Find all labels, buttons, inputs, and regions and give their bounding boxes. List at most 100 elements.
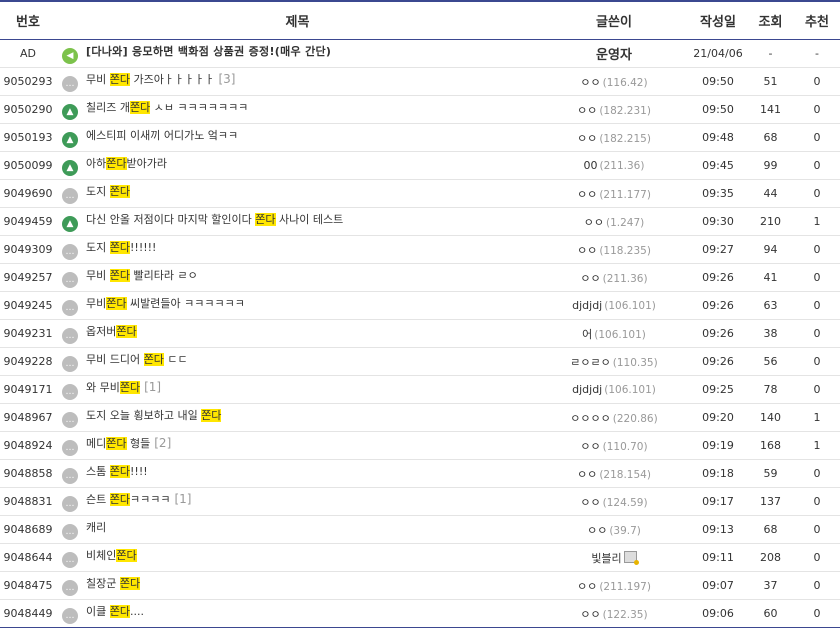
post-writer[interactable]: djdjdj (106.101) xyxy=(539,291,689,320)
writer-name[interactable]: ㅇㅇ xyxy=(580,496,600,509)
post-writer[interactable]: djdjdj (106.101) xyxy=(539,375,689,404)
post-title[interactable]: 도지 쫀다 xyxy=(86,185,130,198)
post-title-cell[interactable]: … 무비 드디어 쫀다 ㄷㄷ xyxy=(56,347,539,376)
post-title-cell[interactable]: … 도지 오늘 횡보하고 내일 쫀다 xyxy=(56,403,539,432)
comment-count[interactable]: [2] xyxy=(154,436,171,450)
post-title[interactable]: 스톰 쫀다!!!! xyxy=(86,465,148,478)
post-writer[interactable]: ㅇㅇ (211.36) xyxy=(539,263,689,292)
post-title-cell[interactable]: ▲ 칠리즈 개쫀다 ㅅㅂ ㅋㅋㅋㅋㅋㅋㅋ xyxy=(56,95,539,124)
table-row[interactable]: 9048449… 이클 쫀다.... ㅇㅇ (122.35) 09:06 60 0 xyxy=(0,599,840,628)
post-title[interactable]: 와 무비쫀다 xyxy=(86,381,141,394)
table-row[interactable]: 9049257… 무비 쫀다 빨리타라 ㄹㅇ ㅇㅇ (211.36) 09:26 41 0 xyxy=(0,263,840,292)
post-title[interactable]: 칠장군 쫀다 xyxy=(86,577,141,590)
post-title[interactable]: 도지 오늘 횡보하고 내일 쫀다 xyxy=(86,409,222,422)
writer-name[interactable]: ㅇㅇ xyxy=(580,608,600,621)
table-row[interactable]: 9050293… 무비 쫀다 가즈아ㅏㅏㅏㅏㅏ [3] ㅇㅇ (116.42) 09:50… xyxy=(0,67,840,96)
post-title[interactable]: 다신 안올 저점이다 마지막 할인이다 쫀다 사나이 테스트 xyxy=(86,213,343,226)
post-writer[interactable]: ㄹㅇㄹㅇ (110.35) xyxy=(539,347,689,376)
writer-name[interactable]: 00 xyxy=(584,159,598,172)
writer-name[interactable]: ㅇㅇ xyxy=(577,104,597,117)
ad-title-cell[interactable]: ◀ [다나와] 응모하면 백화점 상품권 증정!(매우 간단) xyxy=(56,39,539,68)
post-title-cell[interactable]: … 옵저버쫀다 xyxy=(56,319,539,348)
post-title-cell[interactable]: … 도지 쫀다!!!!!! xyxy=(56,235,539,264)
post-writer[interactable]: 00 (211.36) xyxy=(539,151,689,180)
post-writer[interactable]: ㅇㅇ (124.59) xyxy=(539,487,689,516)
post-title-cell[interactable]: … 칠장군 쫀다 xyxy=(56,571,539,600)
post-title[interactable]: 옵저버쫀다 xyxy=(86,325,137,338)
post-title[interactable]: 아하쫀다받아가라 xyxy=(86,157,167,170)
post-title-cell[interactable]: … 무비쫀다 씨발련들아 ㅋㅋㅋㅋㅋㅋ xyxy=(56,291,539,320)
post-writer[interactable]: ㅇㅇ (1.247) xyxy=(539,207,689,236)
ad-title[interactable]: [다나와] 응모하면 백화점 상품권 증정!(매우 간단) xyxy=(86,45,331,58)
writer-name[interactable]: ㅇㅇ xyxy=(580,76,600,89)
post-title-cell[interactable]: … 무비 쫀다 빨리타라 ㄹㅇ xyxy=(56,263,539,292)
post-title[interactable]: 에스티피 이새끼 어디가노 엌ㅋㅋ xyxy=(86,129,238,142)
writer-name[interactable]: ㅇㅇ xyxy=(580,272,600,285)
post-title[interactable]: 비체인쫀다 xyxy=(86,549,137,562)
post-writer[interactable]: ㅇㅇ (39.7) xyxy=(539,515,689,544)
writer-name[interactable]: ㅇㅇ xyxy=(577,132,597,145)
post-writer[interactable]: 빛블리 xyxy=(539,543,689,572)
table-row[interactable]: 9049245 … 무비쫀다 씨발련들아 ㅋㅋㅋㅋㅋㅋ djdjdj (106.101)… xyxy=(0,291,840,320)
post-title-cell[interactable]: … 캐리 xyxy=(56,515,539,544)
writer-name[interactable]: ㅇㅇ xyxy=(580,440,600,453)
table-row[interactable]: 9048689… 캐리 ㅇㅇ (39.7) 09:13 68 0 xyxy=(0,515,840,544)
writer-name[interactable]: ㅇㅇ xyxy=(577,468,597,481)
post-title[interactable]: 무비 쫀다 가즈아ㅏㅏㅏㅏㅏ xyxy=(86,73,214,86)
writer-name[interactable]: 어 xyxy=(582,328,592,341)
table-row[interactable]: 9048858… 스톰 쫀다!!!! ㅇㅇ (218.154) 09:18 59 0 xyxy=(0,459,840,488)
writer-name[interactable]: ㅇㅇ xyxy=(584,216,604,229)
post-title[interactable]: 무비 쫀다 빨리타라 ㄹㅇ xyxy=(86,269,198,282)
post-writer[interactable]: ㅇㅇ (182.231) xyxy=(539,95,689,124)
writer-name[interactable]: 빛블리 xyxy=(591,552,621,565)
post-title-cell[interactable]: … 무비 쫀다 가즈아ㅏㅏㅏㅏㅏ [3] xyxy=(56,67,539,96)
writer-name[interactable]: ㅇㅇ xyxy=(577,580,597,593)
writer-name[interactable]: ㅇㅇㅇㅇ xyxy=(570,412,610,425)
post-writer[interactable]: ㅇㅇ (211.177) xyxy=(539,179,689,208)
table-row[interactable]: 9049171… 와 무비쫀다 [1] djdjdj (106.101) 09:25 78 0 xyxy=(0,375,840,404)
post-writer[interactable]: ㅇㅇ (116.42) xyxy=(539,67,689,96)
comment-count[interactable]: [1] xyxy=(174,492,191,506)
post-title-cell[interactable]: … 스톰 쫀다!!!! xyxy=(56,459,539,488)
post-title[interactable]: 슨트 쫀다ㅋㅋㅋㅋ xyxy=(86,493,170,506)
table-row[interactable]: 9049228… 무비 드디어 쫀다 ㄷㄷ ㄹㅇㄹㅇ (110.35) 09:26 56 0 xyxy=(0,347,840,376)
post-title[interactable]: 메디쫀다 형들 xyxy=(86,437,150,450)
post-title[interactable]: 캐리 xyxy=(86,521,106,534)
post-title-cell[interactable]: ▲ 다신 안올 저점이다 마지막 할인이다 쫀다 사나이 테스트 xyxy=(56,207,539,236)
post-title-cell[interactable]: … 비체인쫀다 xyxy=(56,543,539,572)
post-title-cell[interactable]: … 슨트 쫀다ㅋㅋㅋㅋ [1] xyxy=(56,487,539,516)
post-title[interactable]: 무비쫀다 씨발련들아 ㅋㅋㅋㅋㅋㅋ xyxy=(86,297,245,310)
post-writer[interactable]: 어 (106.101) xyxy=(539,319,689,348)
writer-name[interactable]: ㅇㅇ xyxy=(577,244,597,257)
post-title[interactable]: 도지 쫀다!!!!!! xyxy=(86,241,156,254)
post-writer[interactable]: ㅇㅇ (218.154) xyxy=(539,459,689,488)
post-title[interactable]: 이클 쫀다.... xyxy=(86,605,144,618)
comment-count[interactable]: [3] xyxy=(218,72,235,86)
post-title-cell[interactable]: ▲ 에스티피 이새끼 어디가노 엌ㅋㅋ xyxy=(56,123,539,152)
writer-name[interactable]: ㄹㅇㄹㅇ xyxy=(570,356,610,369)
table-row[interactable]: 9048475… 칠장군 쫀다 ㅇㅇ (211.197) 09:07 37 0 xyxy=(0,571,840,600)
ad-row[interactable]: AD ◀ [다나와] 응모하면 백화점 상품권 증정!(매우 간단) 운영자 21… xyxy=(0,39,840,68)
post-title-cell[interactable]: … 메디쫀다 형들 [2] xyxy=(56,431,539,460)
post-writer[interactable]: ㅇㅇ (122.35) xyxy=(539,599,689,628)
table-row[interactable]: 9050290 ▲ 칠리즈 개쫀다 ㅅㅂ ㅋㅋㅋㅋㅋㅋㅋ ㅇㅇ (182.231) 09:… xyxy=(0,95,840,124)
post-title-cell[interactable]: … 이클 쫀다.... xyxy=(56,599,539,628)
post-writer[interactable]: ㅇㅇㅇㅇ (220.86) xyxy=(539,403,689,432)
table-row[interactable]: 9049459 ▲ 다신 안올 저점이다 마지막 할인이다 쫀다 사나이 테스트 ㅇㅇ… xyxy=(0,207,840,236)
post-title[interactable]: 칠리즈 개쫀다 ㅅㅂ ㅋㅋㅋㅋㅋㅋㅋ xyxy=(86,101,248,114)
comment-count[interactable]: [1] xyxy=(144,380,161,394)
writer-name[interactable]: djdjdj xyxy=(572,383,602,396)
table-row[interactable]: 9049309… 도지 쫀다!!!!!! ㅇㅇ (118.235) 09:27 94 0 xyxy=(0,235,840,264)
table-row[interactable]: 9049231… 옵저버쫀다 어 (106.101) 09:26 38 0 xyxy=(0,319,840,348)
table-row[interactable]: 9050193 ▲ 에스티피 이새끼 어디가노 엌ㅋㅋ ㅇㅇ (182.215) 09:4… xyxy=(0,123,840,152)
post-writer[interactable]: ㅇㅇ (211.197) xyxy=(539,571,689,600)
post-writer[interactable]: ㅇㅇ (110.70) xyxy=(539,431,689,460)
ad-writer[interactable]: 운영자 xyxy=(539,39,689,68)
table-row[interactable]: 9048644 … 비체인쫀다 빛블리 09:11 208 0 xyxy=(0,543,840,572)
table-row[interactable]: 9048924… 메디쫀다 형들 [2] ㅇㅇ (110.70) 09:19 168 1 xyxy=(0,431,840,460)
post-title-cell[interactable]: ▲ 아하쫀다받아가라 xyxy=(56,151,539,180)
writer-name[interactable]: ㅇㅇ xyxy=(587,524,607,537)
post-title[interactable]: 무비 드디어 쫀다 ㄷㄷ xyxy=(86,353,188,366)
writer-name[interactable]: djdjdj xyxy=(572,299,602,312)
table-row[interactable]: 9050099 ▲ 아하쫀다받아가라 00 (211.36) 09:45 99 0 xyxy=(0,151,840,180)
